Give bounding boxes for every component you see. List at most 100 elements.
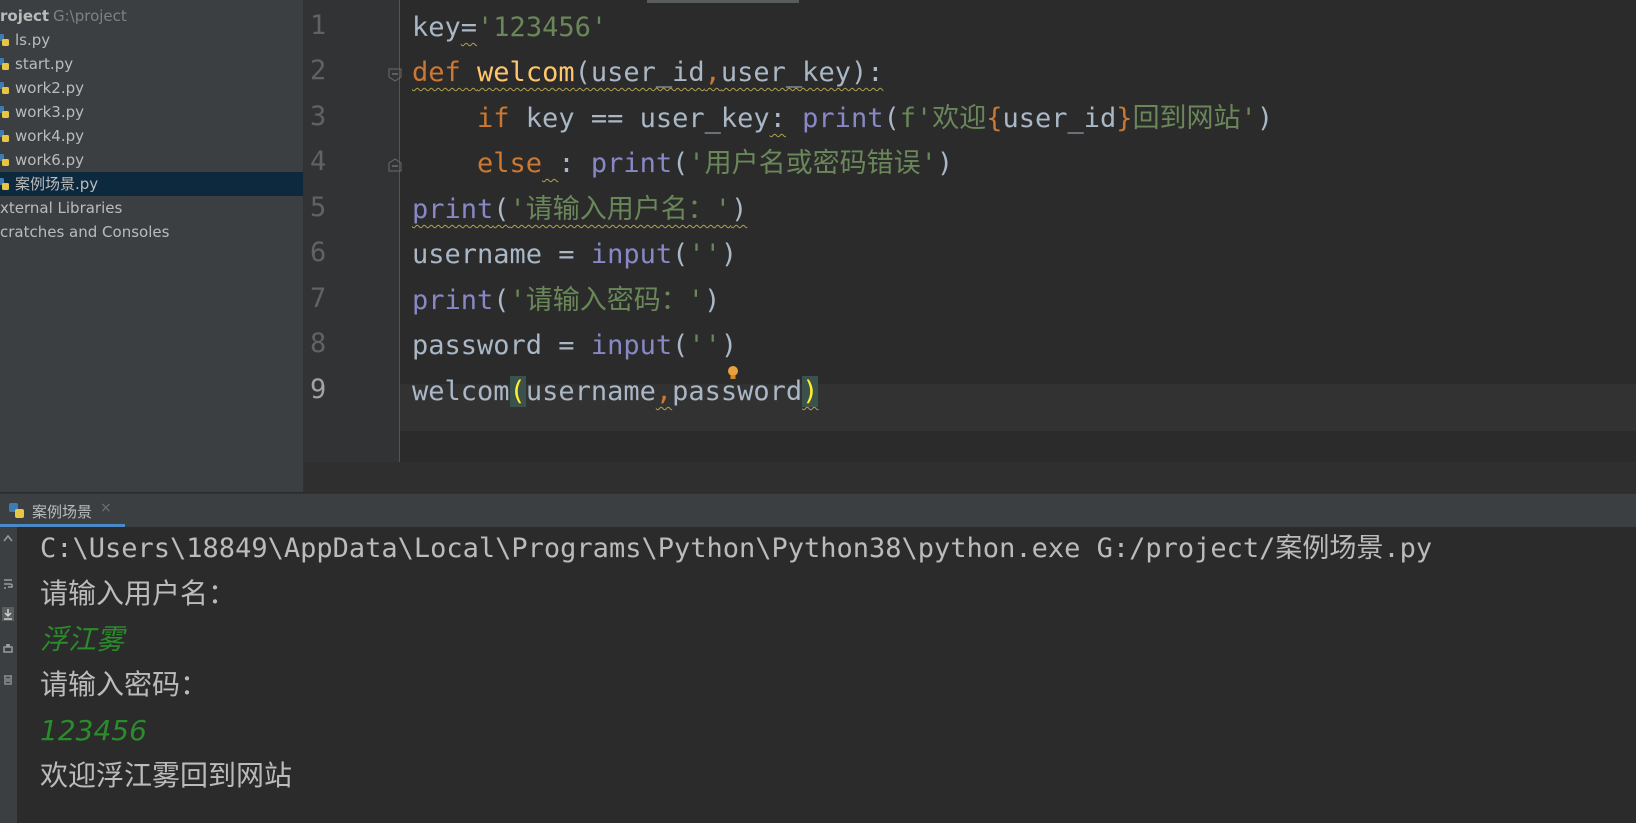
token-builtin: print [412,285,494,316]
console-command-line: C:\Users\18849\AppData\Local\Programs\Py… [40,533,1433,564]
close-icon[interactable]: × [100,500,112,516]
tree-scratches[interactable]: cratches and Consoles [0,220,303,244]
line-number-current: 9 [310,374,327,405]
token-paren: ( [672,330,689,361]
python-file-icon [0,106,9,118]
tree-file-label: work4.py [15,127,85,145]
token-paren: ) [720,239,738,270]
token-paren: ( [493,285,510,316]
token-param: user_key): [720,57,884,88]
token-colon: : [769,103,786,134]
token-string: '用户名或密码错误' [688,148,937,179]
token-brace: } [1116,103,1133,134]
tree-file-label: work2.py [15,79,85,97]
token-param: (user_id [574,57,705,88]
token-builtin: print [412,194,494,225]
python-file-icon [0,130,9,142]
line-number: 5 [310,192,327,223]
token-paren: ( [883,103,900,134]
python-file-icon [0,154,9,166]
tree-external-libraries-label: xternal Libraries [0,199,123,217]
tree-root-path: G:\project [53,7,127,25]
token-paren: ) [731,194,748,225]
lightbulb-icon[interactable] [727,365,739,381]
token-builtin: print [802,103,884,134]
console-output-line: 请输入密码： [40,668,209,701]
token-identifier: user_id [1002,103,1117,134]
fold-marker-icon[interactable] [388,158,402,172]
line-number: 7 [310,283,327,314]
token-identifier: username [525,376,656,407]
token-comma: , [704,57,721,88]
code-line-6: username = input('') [412,231,737,278]
soft-wrap-icon[interactable] [2,577,14,591]
console-output-line: 请输入用户名： [40,577,237,610]
tree-file-work3[interactable]: work3.py [0,100,303,124]
token-paren: ) [936,148,954,179]
token-assignment: username = [412,239,591,270]
token-string: '请输入密码：' [509,285,705,316]
tree-file-case-scene[interactable]: 案例场景.py [0,172,303,196]
tree-file-label: work3.py [15,103,85,121]
fold-marker-icon[interactable] [388,68,402,82]
trash-icon[interactable] [2,672,14,686]
line-number: 3 [310,101,327,132]
python-file-icon [0,34,9,46]
tree-file-work6[interactable]: work6.py [0,148,303,172]
tree-external-libraries[interactable]: xternal Libraries [0,196,303,220]
tree-file-label: start.py [15,55,74,73]
token-identifier: key [412,12,461,43]
token-string: f'欢迎 [899,103,987,134]
run-tab[interactable]: 案例场景 × [0,494,125,527]
token-function-name: welcom [477,57,575,88]
token-expression: key == user_key [509,103,770,134]
token-colon: : [558,148,575,179]
token-paren-matched: ( [509,376,526,407]
tree-file-label: 案例场景.py [15,175,99,193]
tree-file-work2[interactable]: work2.py [0,76,303,100]
python-run-icon [9,503,24,518]
python-file-icon [0,82,9,94]
python-file-icon [0,58,9,70]
editor-gutter[interactable]: 1 2 3 4 5 6 7 8 9 [304,0,402,462]
token-operator: = [460,12,478,43]
run-console[interactable]: C:\Users\18849\AppData\Local\Programs\Py… [17,527,1636,823]
tree-file-work4[interactable]: work4.py [0,124,303,148]
tree-root-project[interactable]: roject G:\project [0,4,303,28]
token-string: '' [688,330,721,361]
scroll-up-icon[interactable] [2,532,14,546]
code-line-5: print('请输入用户名：') [412,186,747,233]
print-icon[interactable] [2,642,14,656]
line-number: 4 [310,146,327,177]
horizontal-scroll-thumb[interactable] [647,0,799,3]
line-number: 8 [310,328,327,359]
tree-file-ls[interactable]: ls.py [0,28,303,52]
token-builtin: print [590,148,673,179]
tree-root-label: roject [0,7,50,25]
console-user-input: 123456 [40,714,147,747]
project-tool-window: roject G:\project ls.py start.py work2.p… [0,0,304,492]
token-string: 回到网站' [1132,103,1257,134]
scroll-to-end-icon[interactable] [2,607,14,621]
token-paren: ) [704,285,721,316]
code-editor[interactable]: 1 2 3 4 5 6 7 8 9 key='123456' def welco… [304,0,1636,492]
code-line-1: key='123456' [412,4,607,51]
token-paren: ) [720,330,738,361]
tree-file-label: work6.py [15,151,85,169]
token-builtin: input [590,239,673,270]
token-keyword: if [477,103,510,134]
token-paren: ( [493,194,510,225]
code-line-9: welcom(username,password) [412,368,819,415]
line-number: 6 [310,237,327,268]
code-line-4: else : print('用户名或密码错误') [412,140,953,187]
token-string: '请输入用户名：' [509,194,732,225]
tree-file-start[interactable]: start.py [0,52,303,76]
token-keyword: def [412,57,461,88]
token-comma: , [655,376,673,407]
